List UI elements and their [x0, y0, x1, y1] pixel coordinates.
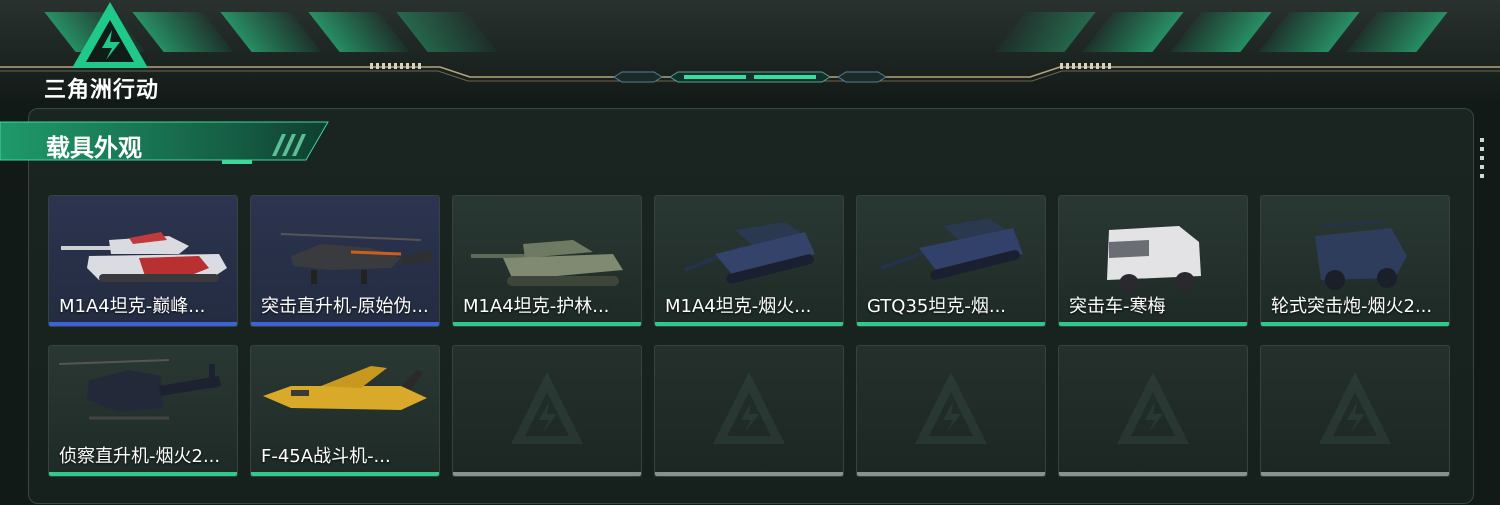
- vehicle-card[interactable]: M1A4坦克-烟火...: [654, 195, 844, 327]
- vehicle-label: 轮式突击炮-烟火2...: [1271, 296, 1433, 317]
- empty-bar: [1059, 472, 1247, 476]
- rarity-bar: [857, 322, 1045, 326]
- section-title: 载具外观: [46, 134, 142, 162]
- vehicle-label: 突击直升机-原始伪...: [261, 296, 429, 317]
- empty-slot: [1058, 345, 1248, 477]
- rarity-bar: [49, 322, 237, 326]
- header-stripe: [1258, 12, 1360, 52]
- vehicle-card[interactable]: 突击直升机-原始伪...: [250, 195, 440, 327]
- vehicle-card[interactable]: F-45A战斗机-...: [250, 345, 440, 477]
- top-header: [0, 0, 1500, 100]
- brand-name: 三角洲行动: [44, 78, 160, 103]
- rarity-bar: [251, 472, 439, 476]
- vehicle-label: M1A4坦克-巅峰...: [59, 296, 206, 317]
- rarity-bar: [453, 322, 641, 326]
- empty-slot: [856, 345, 1046, 477]
- empty-slot: [654, 345, 844, 477]
- header-stripe: [396, 12, 498, 52]
- empty-bar: [453, 472, 641, 476]
- empty-bar: [655, 472, 843, 476]
- rarity-bar: [655, 322, 843, 326]
- watermark-logo-icon: [915, 372, 987, 444]
- empty-bar: [857, 472, 1045, 476]
- vehicle-label: F-45A战斗机-...: [261, 446, 391, 467]
- header-stripe: [220, 12, 322, 52]
- vehicle-label: 侦察直升机-烟火2...: [59, 446, 221, 467]
- vehicle-label: M1A4坦克-烟火...: [665, 296, 812, 317]
- header-stripe: [1346, 12, 1448, 52]
- watermark-logo-icon: [511, 372, 583, 444]
- vehicle-card[interactable]: M1A4坦克-巅峰...: [48, 195, 238, 327]
- header-stripe: [308, 12, 410, 52]
- scroll-indicator[interactable]: [1480, 138, 1486, 178]
- watermark-logo-icon: [713, 372, 785, 444]
- header-stripe: [994, 12, 1096, 52]
- vehicle-card[interactable]: 轮式突击炮-烟火2...: [1260, 195, 1450, 327]
- rarity-bar: [251, 322, 439, 326]
- vehicle-card[interactable]: 侦察直升机-烟火2...: [48, 345, 238, 477]
- vehicle-card[interactable]: GTQ35坦克-烟...: [856, 195, 1046, 327]
- rarity-bar: [49, 472, 237, 476]
- header-stripe: [1170, 12, 1272, 52]
- rarity-bar: [1261, 322, 1449, 326]
- empty-slot: [452, 345, 642, 477]
- vehicle-label: GTQ35坦克-烟...: [867, 296, 1007, 317]
- watermark-logo-icon: [1117, 372, 1189, 444]
- vehicle-card[interactable]: 突击车-寒梅: [1058, 195, 1248, 327]
- rarity-bar: [1059, 322, 1247, 326]
- vehicle-label: 突击车-寒梅: [1069, 296, 1166, 317]
- watermark-logo-icon: [1319, 372, 1391, 444]
- vehicle-label: M1A4坦克-护林...: [463, 296, 610, 317]
- header-stripe: [1082, 12, 1184, 52]
- empty-slot: [1260, 345, 1450, 477]
- page-indicator: [613, 71, 887, 83]
- empty-bar: [1261, 472, 1449, 476]
- vehicle-card[interactable]: M1A4坦克-护林...: [452, 195, 642, 327]
